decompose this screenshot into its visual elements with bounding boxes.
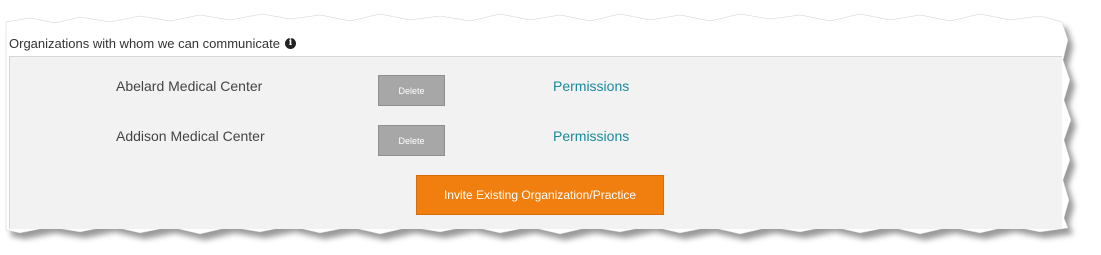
permissions-link[interactable]: Permissions: [553, 128, 629, 144]
content-area: Organizations with whom we can communica…: [0, 0, 1101, 255]
info-circle-icon[interactable]: i: [284, 38, 296, 49]
screenshot-stage: Organizations with whom we can communica…: [0, 0, 1101, 255]
delete-button[interactable]: Delete: [378, 75, 445, 106]
invite-organization-button[interactable]: Invite Existing Organization/Practice: [416, 175, 664, 215]
organization-row: Addison Medical Center Delete Permission…: [10, 125, 1062, 159]
section-header: Organizations with whom we can communica…: [9, 36, 296, 51]
organization-name: Abelard Medical Center: [116, 78, 263, 94]
organization-name: Addison Medical Center: [116, 128, 265, 144]
delete-button[interactable]: Delete: [378, 125, 445, 156]
section-title: Organizations with whom we can communica…: [9, 36, 280, 51]
organization-row: Abelard Medical Center Delete Permission…: [10, 75, 1062, 109]
organizations-panel: Abelard Medical Center Delete Permission…: [9, 56, 1062, 229]
permissions-link[interactable]: Permissions: [553, 78, 629, 94]
